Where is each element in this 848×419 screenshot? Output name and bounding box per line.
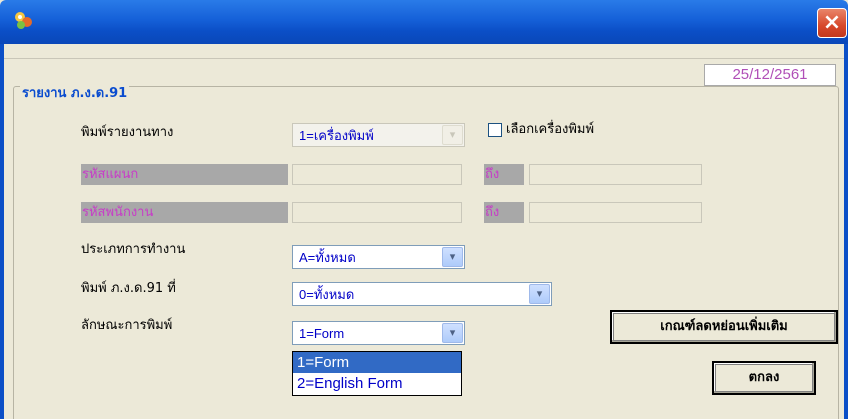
- dropdown-option[interactable]: 2=English Form: [293, 373, 461, 394]
- emp-code-label: รหัสพนักงาน: [81, 202, 288, 223]
- group-title: รายงาน ภ.ง.ด.91: [20, 84, 130, 104]
- emp-code-to-label: ถึง: [484, 202, 524, 223]
- work-type-label: ประเภทการทำงาน: [81, 242, 186, 257]
- window-frame-right: [844, 44, 848, 419]
- emp-code-to-input: [529, 202, 702, 223]
- title-bar[interactable]: ×: [0, 0, 848, 44]
- print-via-select: 1=เครื่องพิมพ์ ▾: [292, 123, 465, 147]
- dept-code-to-input: [529, 164, 702, 185]
- date-display: 25/12/2561: [704, 64, 836, 86]
- emp-code-from-input: [292, 202, 462, 223]
- select-printer-label[interactable]: เลือกเครื่องพิมพ์: [506, 120, 594, 140]
- extra-deduction-button[interactable]: เกณฑ์ลดหย่อนเพิ่มเติม: [610, 310, 838, 344]
- print-pnd-value: 0=ทั้งหมด: [299, 287, 355, 302]
- dept-code-label: รหัสแผนก: [81, 164, 288, 185]
- select-printer-checkbox[interactable]: [488, 123, 502, 137]
- chevron-down-icon[interactable]: ▾: [529, 284, 550, 304]
- work-type-select[interactable]: A=ทั้งหมด ▾: [292, 245, 465, 269]
- print-pnd-label: พิมพ์ ภ.ง.ด.91 ที่: [81, 281, 176, 296]
- chevron-down-icon[interactable]: ▾: [442, 323, 463, 343]
- close-button[interactable]: ×: [817, 8, 847, 38]
- ok-button[interactable]: ตกลง: [712, 361, 816, 395]
- work-type-value: A=ทั้งหมด: [299, 250, 356, 265]
- chevron-down-icon[interactable]: ▾: [442, 247, 463, 267]
- window-frame-left: [0, 44, 4, 419]
- print-style-label: ลักษณะการพิมพ์: [81, 318, 173, 333]
- app-icon: [15, 12, 32, 29]
- divider: [4, 58, 844, 59]
- print-via-label: พิมพ์รายงานทาง: [81, 125, 174, 140]
- dept-code-from-input: [292, 164, 462, 185]
- print-style-dropdown-list[interactable]: 1=Form 2=English Form: [292, 351, 462, 396]
- dropdown-option[interactable]: 1=Form: [293, 352, 461, 373]
- chevron-down-icon: ▾: [442, 125, 463, 145]
- dept-code-to-label: ถึง: [484, 164, 524, 185]
- print-style-value: 1=Form: [299, 326, 345, 341]
- print-via-value: 1=เครื่องพิมพ์: [299, 128, 374, 143]
- print-pnd-select[interactable]: 0=ทั้งหมด ▾: [292, 282, 552, 306]
- print-style-select[interactable]: 1=Form ▾: [292, 321, 465, 345]
- dialog-window: × 25/12/2561 รายงาน ภ.ง.ด.91 พิมพ์รายงาน…: [0, 0, 848, 419]
